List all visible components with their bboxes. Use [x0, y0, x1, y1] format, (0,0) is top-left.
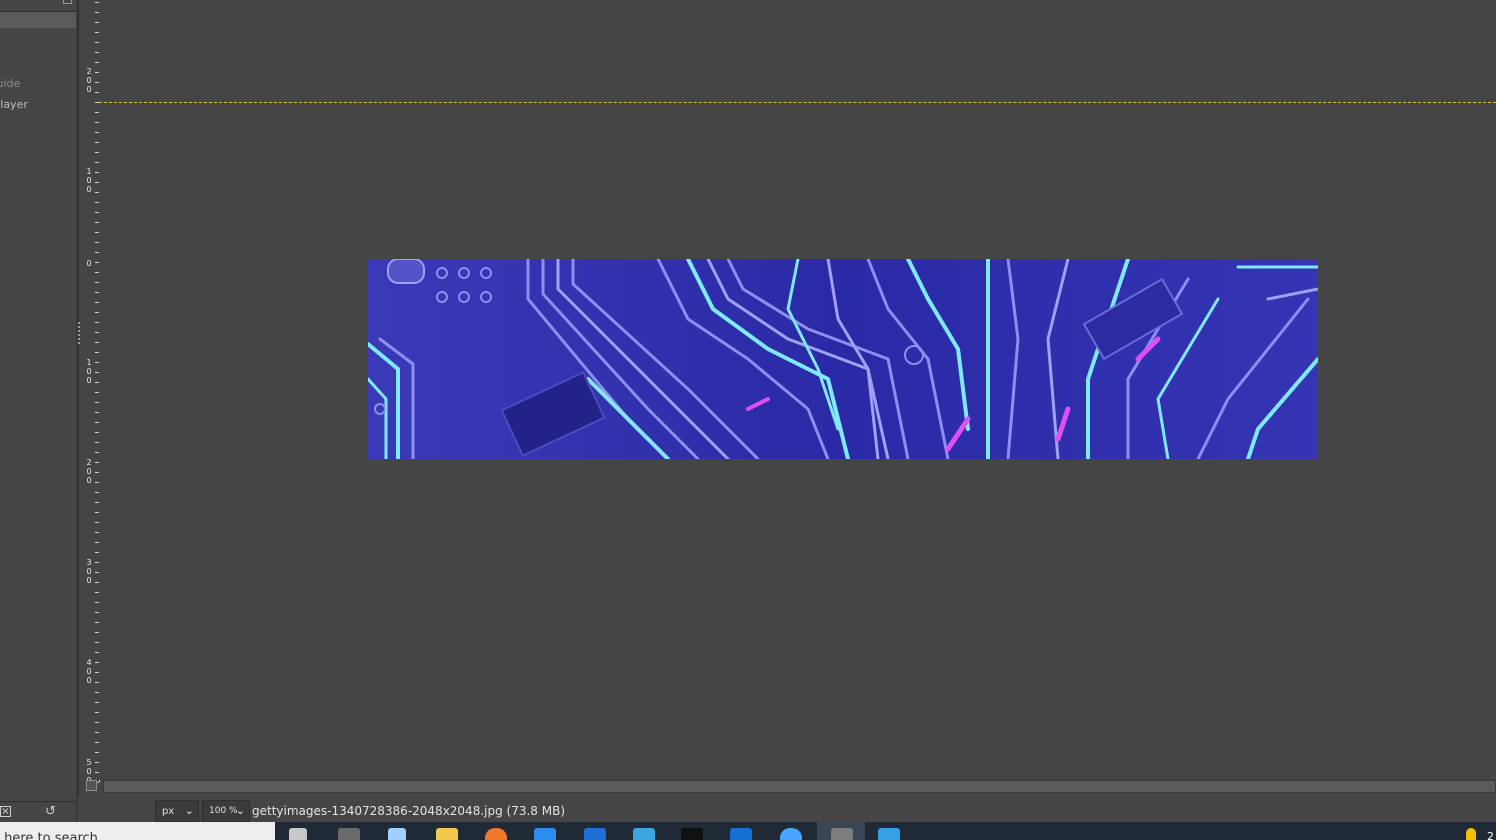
chevron-down-icon: ⌄	[235, 804, 245, 817]
dock-footer: × ↺	[0, 801, 76, 822]
vertical-ruler[interactable]: 2 0 01 0 001 0 02 0 03 0 04 0 05 0 0	[84, 0, 100, 785]
task-view-icon[interactable]	[289, 828, 307, 840]
dock-resize-grip[interactable]	[78, 322, 83, 344]
tray-text: 2	[1487, 830, 1494, 840]
navigation-corner-button[interactable]	[86, 780, 97, 791]
trello-icon[interactable]	[584, 828, 606, 840]
ruler-label: 2 0 0	[86, 458, 92, 485]
tray-icon[interactable]	[1466, 828, 1476, 840]
unit-select[interactable]: px ⌄	[155, 800, 199, 822]
circuit-board-image[interactable]	[368, 259, 1318, 459]
ruler-label: 1 0 0	[86, 358, 92, 385]
chevron-down-icon: ⌄	[184, 804, 194, 817]
dock-selected-row[interactable]	[0, 12, 76, 28]
taskbar-search[interactable]: e here to search	[0, 822, 275, 840]
dock-header	[0, 0, 76, 12]
dock-item-layer[interactable]: e layer	[0, 98, 28, 111]
unit-value: px	[162, 806, 175, 817]
reset-icon[interactable]: ↺	[45, 804, 56, 819]
horizontal-scrollbar[interactable]	[103, 780, 1496, 793]
file-explorer-icon[interactable]	[436, 828, 458, 840]
outlook-icon[interactable]	[730, 828, 752, 840]
firefox-icon[interactable]	[485, 828, 507, 840]
ruler-label: 2 0 0	[86, 67, 92, 94]
status-bar: px ⌄ 100 % ⌄ gettyimages-1340728386-2048…	[78, 797, 1496, 822]
taskbar: e here to search 2	[0, 822, 1496, 840]
left-dock: Guide e layer × ↺	[0, 0, 78, 822]
dock-float-icon[interactable]	[63, 0, 72, 4]
ruler-label: 1 0 0	[86, 167, 92, 194]
gimp-icon[interactable]	[831, 828, 853, 840]
search-placeholder: e here to search	[0, 831, 98, 840]
image-canvas[interactable]	[99, 0, 1496, 780]
signal-icon[interactable]	[780, 828, 802, 840]
photos-icon[interactable]	[878, 828, 900, 840]
dock-separator	[76, 0, 79, 822]
app-dark-icon[interactable]	[681, 828, 703, 840]
app-icon[interactable]	[633, 828, 655, 840]
pen-icon[interactable]	[388, 828, 406, 840]
delete-icon[interactable]: ×	[0, 806, 11, 817]
ruler-label: 0	[86, 259, 92, 268]
ruler-label: 3 0 0	[86, 558, 92, 585]
zoom-value: 100 %	[209, 806, 238, 816]
zoom-select[interactable]: 100 % ⌄	[202, 800, 250, 822]
terminal-icon[interactable]	[338, 828, 360, 840]
horizontal-guide[interactable]	[99, 102, 1496, 103]
ruler-label: 4 0 0	[86, 658, 92, 685]
vscode-icon[interactable]	[534, 828, 556, 840]
file-info-text: gettyimages-1340728386-2048x2048.jpg (73…	[252, 804, 566, 818]
dock-item-guide[interactable]: Guide	[0, 77, 20, 90]
